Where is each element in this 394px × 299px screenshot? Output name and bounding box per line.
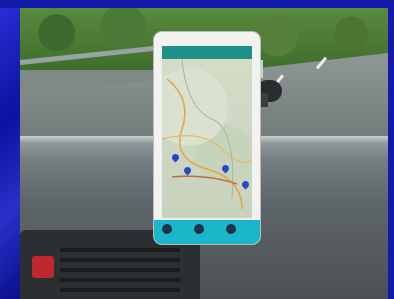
route-line (171, 175, 238, 185)
vent-slat (60, 288, 180, 292)
frame-right-border (388, 0, 394, 299)
scene (0, 0, 394, 299)
smartphone (154, 32, 260, 244)
hazard-button-icon (32, 256, 54, 278)
frame-top-border (0, 0, 394, 8)
frame-left-border (0, 0, 20, 299)
phone-bottom-bar (154, 220, 260, 244)
map-road-line (166, 78, 243, 210)
vent-slat (60, 268, 180, 272)
vent-slat (60, 258, 180, 262)
app-bar (162, 46, 252, 59)
car-dashboard-photo (20, 8, 388, 299)
circle-button-icon[interactable] (162, 224, 172, 234)
phone-side-button (260, 60, 263, 78)
phone-screen (162, 46, 252, 218)
vent-slat (60, 248, 180, 252)
map-lines (162, 58, 252, 210)
circle-button-icon[interactable] (226, 224, 236, 234)
map-view (162, 58, 252, 218)
vent-slat (60, 278, 180, 282)
circle-button-icon[interactable] (194, 224, 204, 234)
